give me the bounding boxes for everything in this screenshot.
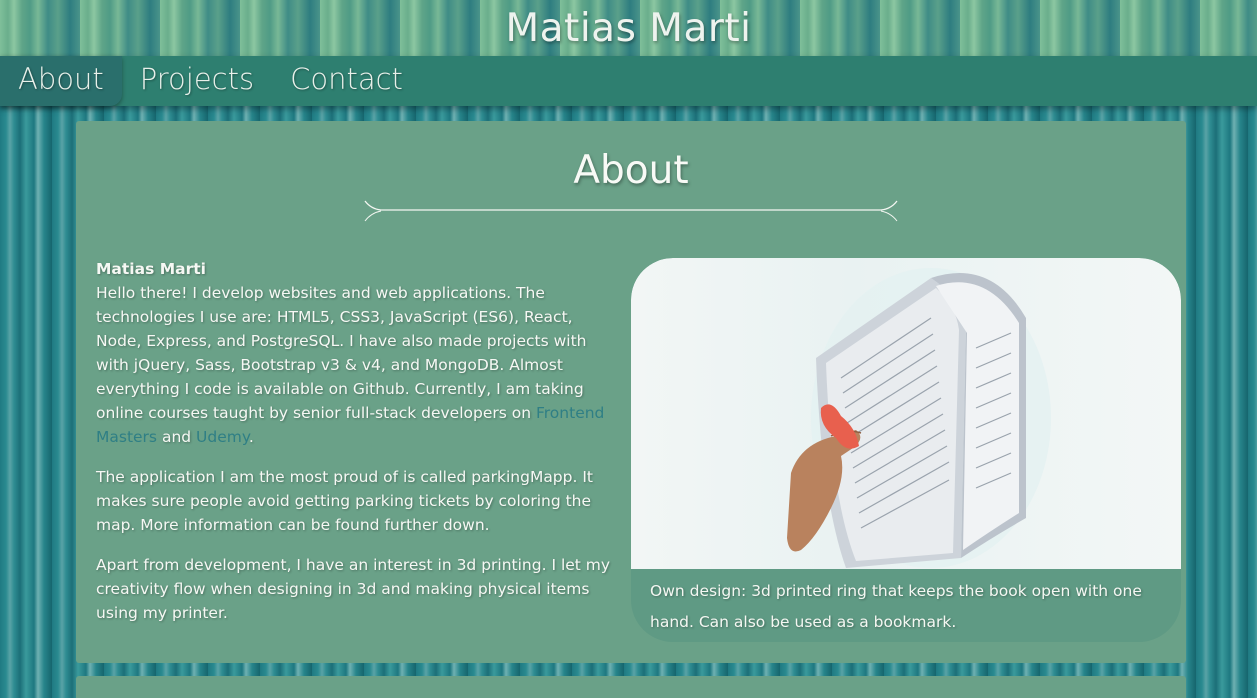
- author-name: Matias Marti: [96, 260, 206, 278]
- printing-paragraph: Apart from development, I have an intere…: [96, 556, 611, 622]
- parkingmapp-paragraph: The application I am the most proud of i…: [96, 468, 593, 534]
- nav-item-projects[interactable]: Projects: [122, 56, 272, 106]
- section-title: About: [573, 148, 689, 193]
- next-panel: [76, 676, 1186, 698]
- about-panel: About Matias Marti Hello there! I develo…: [76, 121, 1186, 663]
- book-illustration: [787, 268, 1051, 568]
- site-header: Matias Marti: [0, 0, 1257, 56]
- nav-item-about[interactable]: About: [0, 56, 122, 106]
- main-nav: About Projects Contact: [0, 56, 1257, 106]
- book-photo: [631, 258, 1181, 569]
- nav-item-contact[interactable]: Contact: [272, 56, 421, 106]
- and-text: and: [157, 428, 197, 446]
- period-text: .: [248, 428, 254, 446]
- photo-card: Own design: 3d printed ring that keeps t…: [631, 258, 1181, 642]
- about-text: Matias Marti Hello there! I develop webs…: [96, 257, 621, 641]
- intro-text: Hello there! I develop websites and web …: [96, 284, 587, 422]
- title-divider: [364, 200, 898, 222]
- site-title: Matias Marti: [505, 5, 752, 51]
- photo-caption: Own design: 3d printed ring that keeps t…: [650, 582, 1142, 631]
- udemy-link[interactable]: Udemy: [196, 428, 249, 446]
- intro-paragraph: Hello there! I develop websites and web …: [96, 281, 621, 449]
